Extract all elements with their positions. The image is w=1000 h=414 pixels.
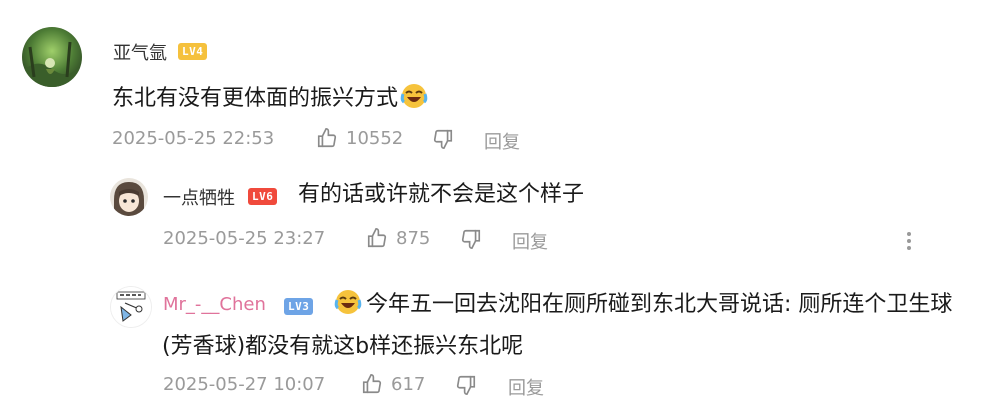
reply-button[interactable]: 回复 (512, 228, 548, 254)
comment-text-line-1: 今年五一回去沈阳在厕所碰到东北大哥说话: 厕所连个卫生球 (334, 286, 952, 324)
timestamp: 2025-05-27 10:07 (163, 374, 326, 395)
more-options-icon[interactable] (903, 230, 915, 252)
like-count: 875 (396, 227, 431, 249)
level-badge: LV4 (178, 43, 208, 60)
reply-button[interactable]: 回复 (484, 128, 520, 154)
timestamp: 2025-05-25 22:53 (112, 128, 275, 149)
username[interactable]: Mr_-__Chen (163, 294, 266, 315)
thumbs-down-icon (461, 229, 481, 249)
thumbs-down-icon (433, 129, 453, 149)
comment-text: 有的话或许就不会是这个样子 (298, 182, 585, 207)
like-count: 10552 (346, 127, 404, 149)
comment-3: Mr_-__Chen LV3 今年五一回去沈阳在厕所碰到东北大哥说话: 厕所连个… (0, 280, 1000, 414)
thumbs-up-icon (317, 128, 337, 148)
comment-text-body: 今年五一回去沈阳在厕所碰到东北大哥说话: 厕所连个卫生球 (366, 292, 953, 317)
like-count: 617 (391, 373, 426, 395)
cartoon-sign-avatar[interactable] (110, 286, 152, 328)
anime-girl-avatar[interactable] (110, 178, 148, 216)
comment-text: 东北有没有更体面的振兴方式 (112, 80, 430, 118)
dislike-button[interactable] (460, 228, 482, 250)
laughing-crying-emoji-icon (334, 288, 362, 316)
level-badge: LV6 (248, 188, 278, 205)
dislike-button[interactable] (432, 128, 454, 150)
username[interactable]: 一点牺牲 (163, 184, 235, 210)
like-button[interactable]: 617 (361, 373, 425, 395)
like-button[interactable]: 875 (366, 227, 430, 249)
thumbs-down-icon (456, 375, 476, 395)
laughing-crying-emoji-icon (400, 82, 428, 110)
forest-avatar[interactable] (22, 27, 82, 87)
comment-1: 亚气氩 LV4 东北有没有更体面的振兴方式 2025-05-25 22:53 1… (0, 0, 1000, 170)
timestamp: 2025-05-25 23:27 (163, 228, 326, 249)
like-button[interactable]: 10552 (316, 127, 403, 149)
thumbs-up-icon (367, 228, 387, 248)
reply-button[interactable]: 回复 (508, 374, 544, 400)
username[interactable]: 亚气氩 (113, 39, 167, 65)
comment-text-body: 东北有没有更体面的振兴方式 (112, 86, 399, 111)
thumbs-up-icon (362, 374, 382, 394)
level-badge: LV3 (284, 298, 314, 315)
comment-2: 一点牺牲 LV6 有的话或许就不会是这个样子 2025-05-25 23:27 … (0, 170, 1000, 280)
comment-text-line-2: (芳香球)都没有就这b样还振兴东北呢 (162, 334, 524, 359)
dislike-button[interactable] (455, 374, 477, 396)
